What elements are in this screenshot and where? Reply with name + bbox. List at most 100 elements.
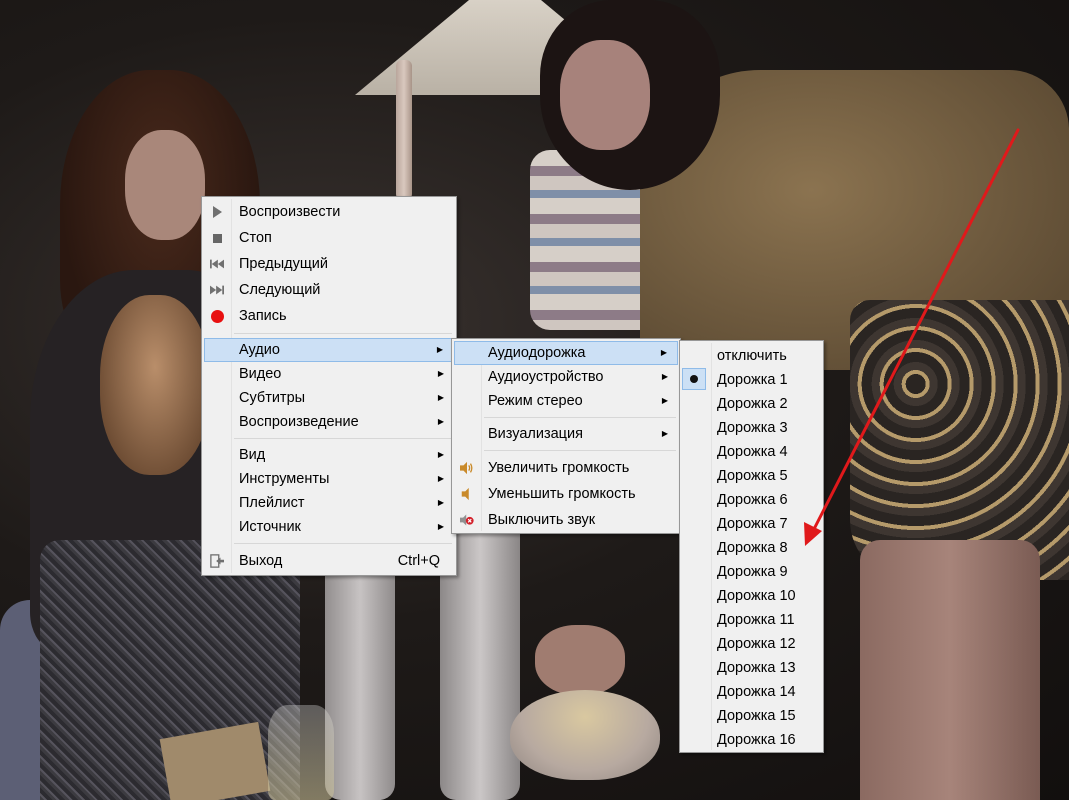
menu-item-label: Дорожка 10 bbox=[717, 588, 796, 604]
menu-item-track[interactable]: Дорожка 5 bbox=[682, 464, 821, 488]
menu-item-label: отключить bbox=[717, 348, 787, 364]
menu-item-label: Дорожка 11 bbox=[717, 612, 795, 628]
chevron-right-icon: ▶ bbox=[437, 450, 444, 459]
menu-item-track[interactable]: Дорожка 2 bbox=[682, 392, 821, 416]
menu-item-track[interactable]: Дорожка 11 bbox=[682, 608, 821, 632]
dog bbox=[100, 295, 210, 475]
volume-up-icon bbox=[460, 461, 474, 475]
chevron-right-icon: ▶ bbox=[437, 498, 444, 507]
menu-item-label: Воспроизведение bbox=[239, 414, 359, 430]
menu-item-label: Субтитры bbox=[239, 390, 306, 406]
menu-item-label: Дорожка 7 bbox=[717, 516, 788, 532]
menu-item-view[interactable]: Вид ▶ bbox=[204, 443, 454, 467]
menu-item-label: Дорожка 16 bbox=[717, 732, 796, 748]
stop-icon bbox=[210, 231, 224, 245]
menu-item-label: Дорожка 4 bbox=[717, 444, 788, 460]
menu-item-label: Запись bbox=[239, 308, 287, 324]
chevron-right-icon: ▶ bbox=[437, 393, 444, 402]
menu-item-track[interactable]: Дорожка 9 bbox=[682, 560, 821, 584]
menu-item-stereo-mode[interactable]: Режим стерео ▶ bbox=[454, 389, 678, 413]
chevron-right-icon: ▶ bbox=[436, 345, 443, 354]
menu-item-track[interactable]: Дорожка 7 bbox=[682, 512, 821, 536]
menu-item-track[interactable]: Дорожка 6 bbox=[682, 488, 821, 512]
menu-item-label: Дорожка 2 bbox=[717, 396, 788, 412]
menu-item-visualization[interactable]: Визуализация ▶ bbox=[454, 422, 678, 446]
legs bbox=[860, 540, 1040, 800]
menu-item-volume-up[interactable]: Увеличить громкость bbox=[454, 456, 678, 480]
exit-icon bbox=[210, 554, 224, 568]
menu-item-previous[interactable]: Предыдущий bbox=[204, 252, 454, 276]
menu-item-track-disable[interactable]: отключить bbox=[682, 344, 821, 368]
menu-item-label: Воспроизвести bbox=[239, 204, 341, 220]
context-menu-main: Воспроизвести Стоп Предыдущий Следующий … bbox=[201, 196, 457, 576]
menu-item-playback[interactable]: Воспроизведение ▶ bbox=[204, 410, 454, 434]
menu-item-exit[interactable]: Выход Ctrl+Q bbox=[204, 549, 454, 573]
menu-item-playlist[interactable]: Плейлист ▶ bbox=[204, 491, 454, 515]
next-icon bbox=[210, 283, 224, 297]
radio-selected-icon bbox=[682, 368, 706, 390]
menu-item-track[interactable]: Дорожка 12 bbox=[682, 632, 821, 656]
menu-item-audio-device[interactable]: Аудиоустройство ▶ bbox=[454, 365, 678, 389]
menu-item-audio[interactable]: Аудио ▶ bbox=[204, 338, 454, 362]
chevron-right-icon: ▶ bbox=[437, 522, 444, 531]
woman-left-face bbox=[125, 130, 205, 240]
mute-icon bbox=[460, 513, 474, 527]
chevron-right-icon: ▶ bbox=[437, 369, 444, 378]
menu-item-label: Дорожка 14 bbox=[717, 684, 796, 700]
menu-item-track[interactable]: Дорожка 3 bbox=[682, 416, 821, 440]
chevron-right-icon: ▶ bbox=[661, 372, 668, 381]
menu-item-label: Дорожка 1 bbox=[717, 372, 788, 388]
woman-right-face bbox=[560, 40, 650, 150]
menu-item-label: Дорожка 5 bbox=[717, 468, 788, 484]
menu-item-label: Выход bbox=[239, 553, 283, 569]
menu-item-track[interactable]: Дорожка 14 bbox=[682, 680, 821, 704]
menu-item-source[interactable]: Источник ▶ bbox=[204, 515, 454, 539]
menu-item-video[interactable]: Видео ▶ bbox=[204, 362, 454, 386]
previous-icon bbox=[210, 257, 224, 271]
wine-glass bbox=[268, 705, 334, 800]
column-left bbox=[325, 560, 395, 800]
menu-item-subtitles[interactable]: Субтитры ▶ bbox=[204, 386, 454, 410]
chevron-right-icon: ▶ bbox=[661, 396, 668, 405]
menu-item-track[interactable]: Дорожка 16 bbox=[682, 728, 821, 752]
menu-item-volume-down[interactable]: Уменьшить громкость bbox=[454, 482, 678, 506]
menu-item-label: Дорожка 9 bbox=[717, 564, 788, 580]
menu-item-track[interactable]: Дорожка 1 bbox=[682, 368, 821, 392]
context-menu-audio-track: отключить Дорожка 1 Дорожка 2 Дорожка 3 Доро… bbox=[679, 340, 824, 753]
menu-separator bbox=[234, 333, 452, 334]
menu-item-mute[interactable]: Выключить звук bbox=[454, 508, 678, 532]
menu-separator bbox=[484, 417, 676, 418]
menu-item-label: Дорожка 3 bbox=[717, 420, 788, 436]
menu-item-track[interactable]: Дорожка 8 bbox=[682, 536, 821, 560]
menu-item-label: Дорожка 12 bbox=[717, 636, 796, 652]
menu-item-tools[interactable]: Инструменты ▶ bbox=[204, 467, 454, 491]
menu-item-audio-track[interactable]: Аудиодорожка ▶ bbox=[454, 341, 678, 365]
chevron-right-icon: ▶ bbox=[661, 429, 668, 438]
record-icon bbox=[210, 309, 224, 323]
context-menu-audio: Аудиодорожка ▶ Аудиоустройство ▶ Режим с… bbox=[451, 338, 681, 534]
menu-separator bbox=[234, 543, 452, 544]
candle bbox=[396, 60, 412, 200]
menu-item-next[interactable]: Следующий bbox=[204, 278, 454, 302]
menu-item-label: Предыдущий bbox=[239, 256, 328, 272]
menu-item-stop[interactable]: Стоп bbox=[204, 226, 454, 250]
menu-separator bbox=[484, 450, 676, 451]
menu-item-label: Уменьшить громкость bbox=[488, 486, 636, 502]
menu-item-record[interactable]: Запись bbox=[204, 304, 454, 328]
menu-item-label: Дорожка 8 bbox=[717, 540, 788, 556]
menu-item-track[interactable]: Дорожка 10 bbox=[682, 584, 821, 608]
menu-item-label: Выключить звук bbox=[488, 512, 596, 528]
menu-item-label: Инструменты bbox=[239, 471, 330, 487]
menu-item-label: Следующий bbox=[239, 282, 321, 298]
menu-item-label: Режим стерео bbox=[488, 393, 583, 409]
menu-item-track[interactable]: Дорожка 4 bbox=[682, 440, 821, 464]
menu-item-label: Дорожка 6 bbox=[717, 492, 788, 508]
menu-item-label: Источник bbox=[239, 519, 301, 535]
menu-item-track[interactable]: Дорожка 15 bbox=[682, 704, 821, 728]
menu-item-label: Видео bbox=[239, 366, 282, 382]
menu-item-label: Аудиодорожка bbox=[488, 345, 586, 361]
menu-item-label: Стоп bbox=[239, 230, 272, 246]
menu-item-label: Аудио bbox=[239, 342, 280, 358]
menu-item-play[interactable]: Воспроизвести bbox=[204, 200, 454, 224]
menu-item-track[interactable]: Дорожка 13 bbox=[682, 656, 821, 680]
